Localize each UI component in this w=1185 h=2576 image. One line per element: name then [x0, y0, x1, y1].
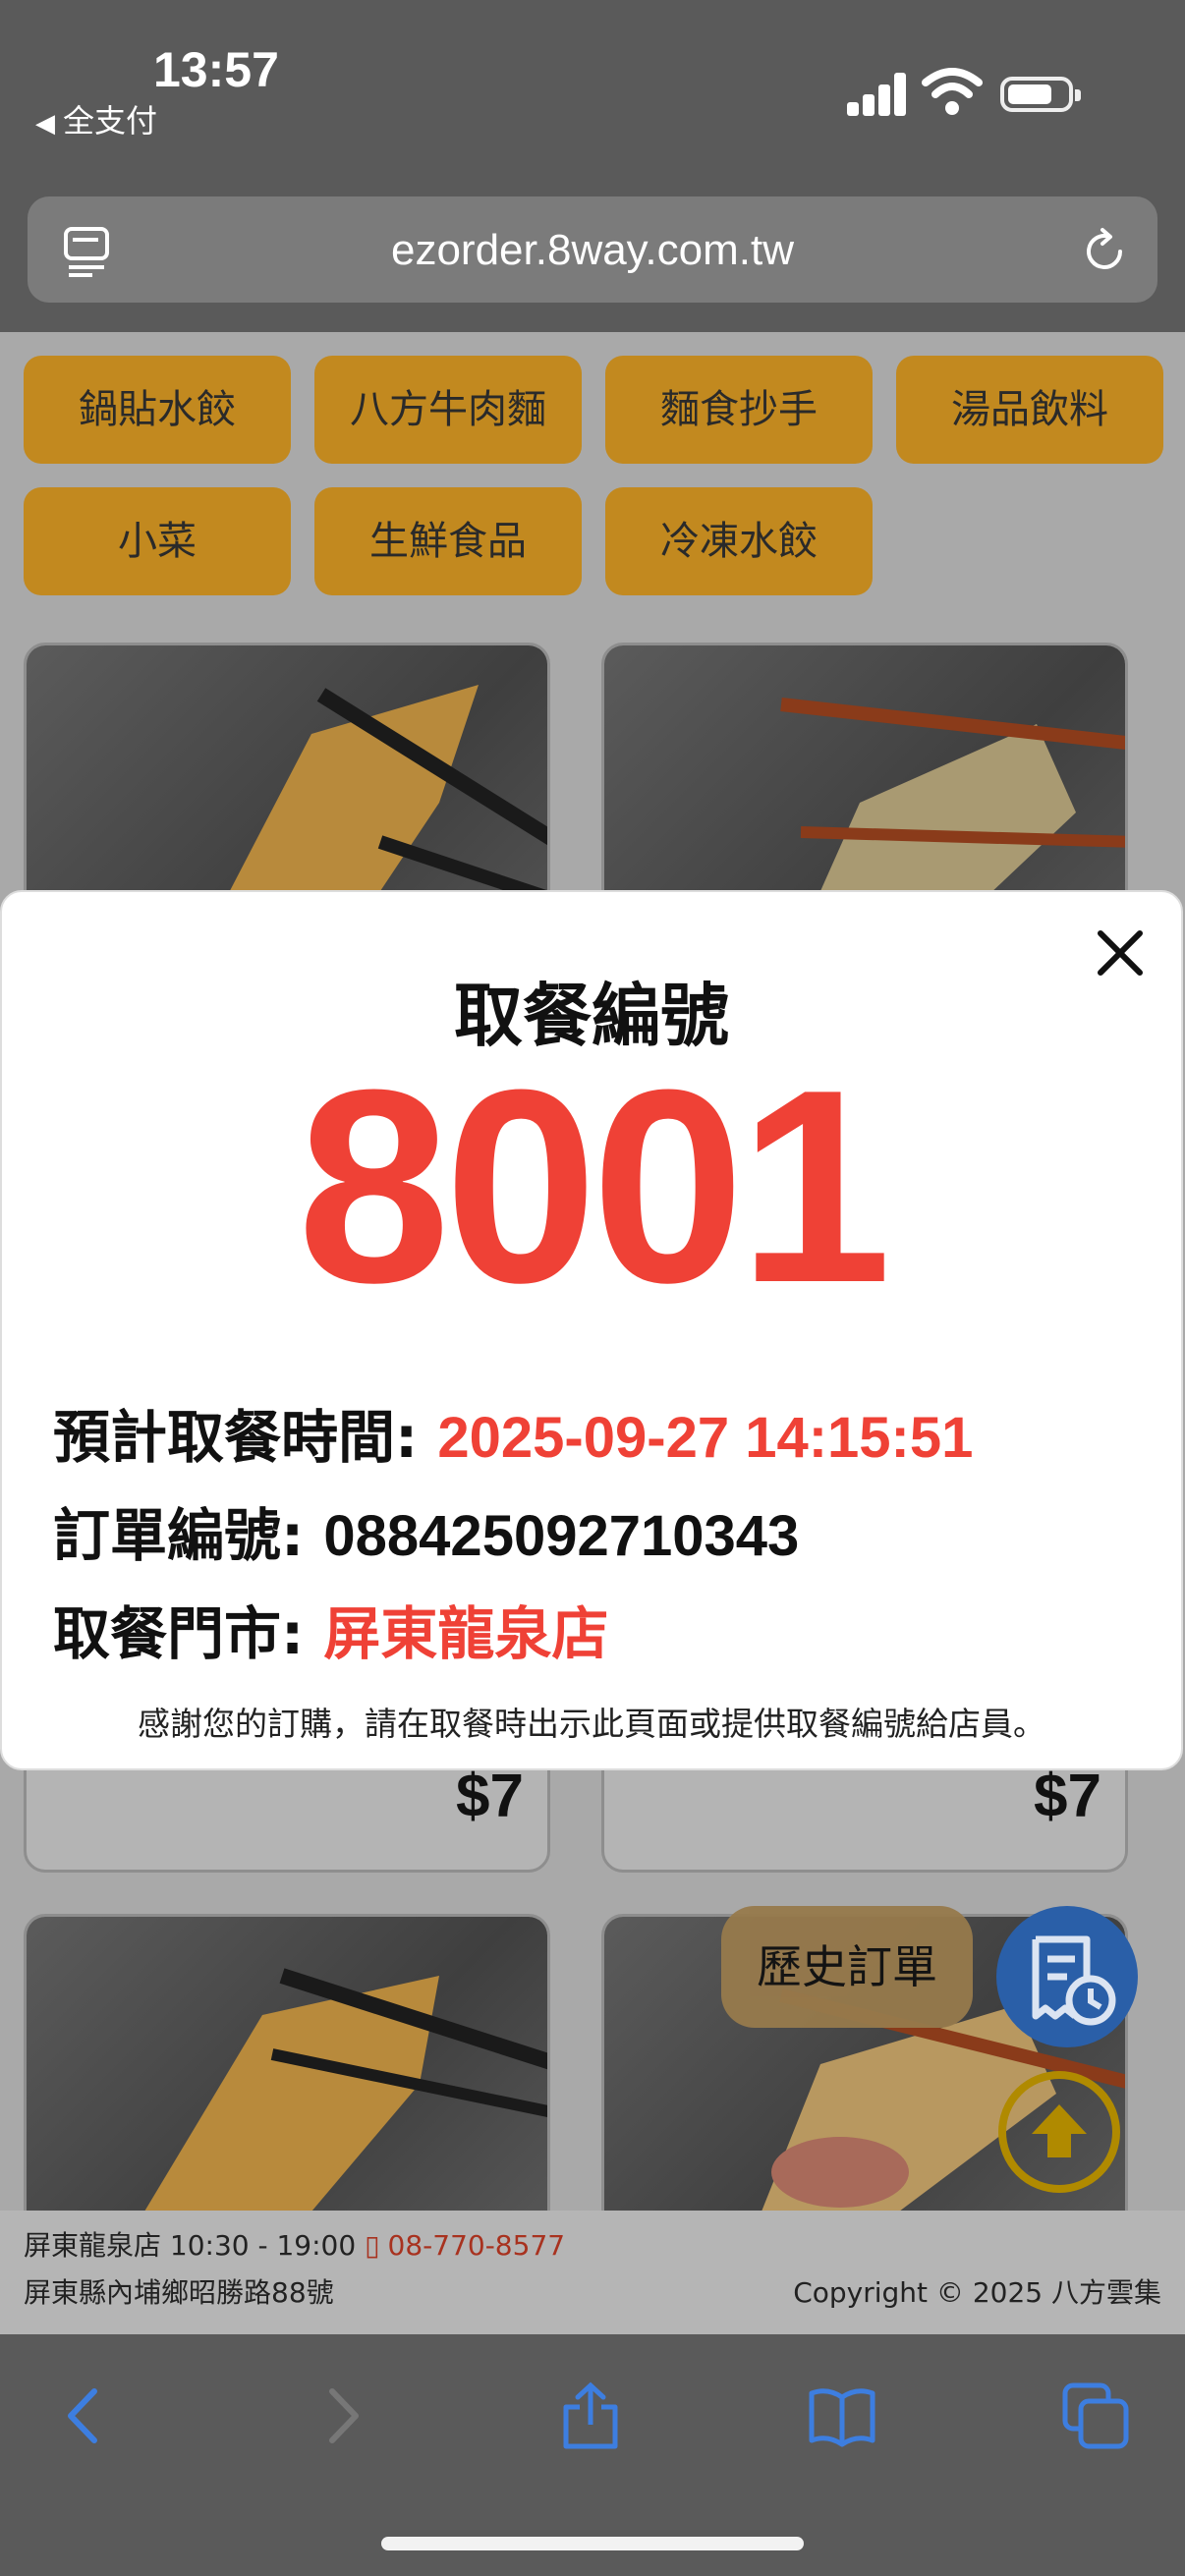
- reload-icon[interactable]: [1079, 226, 1130, 277]
- arrow-up-icon: [1032, 2104, 1087, 2157]
- category-tab-side-dishes[interactable]: 小菜: [24, 487, 291, 595]
- back-icon[interactable]: [51, 2381, 120, 2450]
- pickup-time-label: 預計取餐時間:: [53, 1404, 419, 1471]
- store-hours-line: 屏東龍泉店 10:30 - 19:00 ▯ 08-770-8577: [24, 2224, 565, 2264]
- potsticker-illustration: [144, 1968, 547, 2212]
- store-phone-link[interactable]: 08-770-8577: [388, 2229, 566, 2262]
- phone-icon: ▯: [365, 2229, 380, 2262]
- status-bar: 13:57 ◀ 全支付: [0, 0, 1185, 187]
- product-photo: [27, 1917, 547, 2212]
- category-tab-noodles-wontons[interactable]: 麵食抄手: [605, 356, 873, 464]
- order-number-row: 訂單編號: 088425092710343: [53, 1489, 799, 1572]
- pickup-time-value: 2025-09-27 14:15:51: [437, 1406, 974, 1470]
- pickup-number: 8001: [297, 1034, 892, 1340]
- store-address: 屏東縣內埔鄉昭勝路88號: [24, 2276, 334, 2309]
- store-hours: 屏東龍泉店 10:30 - 19:00: [24, 2229, 357, 2262]
- cellular-signal-icon: [847, 71, 906, 116]
- home-indicator[interactable]: [381, 2537, 804, 2550]
- category-tab-frozen-dumplings[interactable]: 冷凍水餃: [605, 487, 873, 595]
- order-number-value: 088425092710343: [323, 1504, 800, 1568]
- order-number-label: 訂單編號:: [53, 1502, 305, 1569]
- back-to-app-link[interactable]: ◀ 全支付: [35, 96, 157, 141]
- pickup-store-value: 屏東龍泉店: [323, 1600, 609, 1667]
- history-orders-label[interactable]: 歷史訂單: [721, 1906, 973, 2028]
- bookmarks-icon[interactable]: [808, 2381, 876, 2450]
- pickup-store-row: 取餐門市: 屏東龍泉店: [53, 1588, 608, 1670]
- product-price: $7: [456, 1763, 524, 1830]
- copyright: Copyright © 2025 八方雲集: [793, 2276, 1161, 2309]
- dialog-note: 感謝您的訂購，請在取餐時出示此頁面或提供取餐編號給店員。: [138, 1705, 1045, 1743]
- product-price: $7: [1034, 1763, 1101, 1830]
- category-tab-soups-drinks[interactable]: 湯品飲料: [896, 356, 1163, 464]
- address-bar[interactable]: ezorder.8way.com.tw: [28, 196, 1157, 303]
- back-triangle-icon: ◀: [35, 109, 55, 139]
- category-tab-fresh-food[interactable]: 生鮮食品: [314, 487, 582, 595]
- pickup-time-row: 預計取餐時間: 2025-09-27 14:15:51: [53, 1391, 973, 1474]
- category-tab-beef-noodles[interactable]: 八方牛肉麵: [314, 356, 582, 464]
- pickup-store-label: 取餐門市:: [53, 1600, 305, 1667]
- tabs-overview-icon[interactable]: [1061, 2381, 1130, 2450]
- battery-icon: [1000, 77, 1081, 112]
- status-time: 13:57: [153, 42, 279, 97]
- share-icon[interactable]: [556, 2381, 625, 2450]
- receipt-clock-icon: [1032, 1935, 1116, 2026]
- scroll-to-top-button[interactable]: [998, 2071, 1120, 2193]
- store-footer: 屏東龍泉店 10:30 - 19:00 ▯ 08-770-8577 屏東縣內埔鄉昭…: [0, 2211, 1185, 2334]
- wifi-icon: [922, 68, 983, 115]
- browser-address-area: ezorder.8way.com.tw: [0, 187, 1185, 332]
- back-app-label: 全支付: [63, 102, 158, 140]
- history-orders-button[interactable]: [996, 1906, 1138, 2047]
- url-text[interactable]: ezorder.8way.com.tw: [28, 226, 1157, 275]
- pickup-number-dialog: 取餐編號 8001 預計取餐時間: 2025-09-27 14:15:51 訂單…: [0, 890, 1183, 1770]
- forward-icon[interactable]: [307, 2381, 375, 2450]
- category-tab-potstickers[interactable]: 鍋貼水餃: [24, 356, 291, 464]
